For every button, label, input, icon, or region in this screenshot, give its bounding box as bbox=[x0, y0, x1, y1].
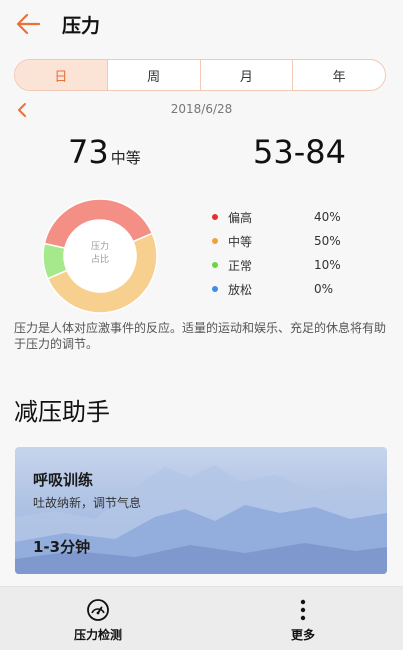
donut-label-line1: 压力 bbox=[90, 242, 109, 252]
legend-value: 40% bbox=[314, 210, 341, 224]
legend-dot bbox=[212, 262, 218, 268]
more-button[interactable]: 更多 bbox=[268, 587, 338, 650]
gauge-icon bbox=[86, 598, 110, 622]
more-vertical-icon bbox=[291, 598, 315, 622]
legend-dot bbox=[212, 238, 218, 244]
donut-legend: 偏高 40% 中等 50% 正常 10% 放松 0% bbox=[212, 205, 382, 301]
card-duration: 1-3分钟 bbox=[33, 538, 91, 556]
stress-range: 53-84 bbox=[253, 133, 346, 171]
stress-detect-button[interactable]: 压力检测 bbox=[60, 587, 136, 650]
stress-score: 73 中等 bbox=[68, 133, 141, 171]
stress-value: 73 bbox=[68, 133, 109, 171]
arrow-left-icon bbox=[16, 13, 40, 35]
bottom-toolbar: 压力检测 更多 bbox=[0, 586, 403, 650]
back-button[interactable] bbox=[14, 10, 42, 38]
legend-item: 正常 10% bbox=[212, 253, 382, 277]
legend-value: 10% bbox=[314, 258, 341, 272]
period-tabs: 日 周 月 年 bbox=[14, 59, 386, 91]
legend-name: 放松 bbox=[228, 282, 253, 297]
legend-item: 偏高 40% bbox=[212, 205, 382, 229]
legend-value: 0% bbox=[314, 282, 334, 296]
legend-item: 中等 50% bbox=[212, 229, 382, 253]
tab-day[interactable]: 日 bbox=[15, 60, 108, 90]
donut-label-line2: 占比 bbox=[90, 255, 109, 265]
breathing-training-card[interactable]: 呼吸训练 吐故纳新，调节气息 1-3分钟 bbox=[15, 447, 387, 574]
page-title: 压力 bbox=[62, 15, 101, 37]
stress-level: 中等 bbox=[110, 149, 141, 167]
tab-month[interactable]: 月 bbox=[201, 60, 294, 90]
current-date: 2018/6/28 bbox=[170, 102, 233, 116]
card-title: 呼吸训练 bbox=[33, 471, 94, 489]
legend-item: 放松 0% bbox=[212, 277, 382, 301]
header: 压力 bbox=[0, 0, 403, 48]
section-title: 减压助手 bbox=[14, 398, 110, 426]
stress-page: 压力 日 周 月 年 2018/6/28 73 中等 53-84 压力 占比 偏… bbox=[0, 0, 403, 650]
card-subtitle: 吐故纳新，调节气息 bbox=[33, 496, 142, 510]
tab-year[interactable]: 年 bbox=[293, 60, 385, 90]
stress-detect-label: 压力检测 bbox=[73, 628, 122, 642]
legend-value: 50% bbox=[314, 234, 341, 248]
more-label: 更多 bbox=[290, 628, 315, 642]
stress-description: 压力是人体对应激事件的反应。适量的运动和娱乐、充足的休息将有助于压力的调节。 bbox=[14, 321, 387, 351]
legend-name: 中等 bbox=[228, 234, 253, 249]
tab-week[interactable]: 周 bbox=[108, 60, 201, 90]
legend-dot bbox=[212, 214, 218, 220]
legend-name: 偏高 bbox=[228, 210, 253, 225]
legend-name: 正常 bbox=[228, 258, 253, 273]
legend-dot bbox=[212, 286, 218, 292]
donut-center-label: 压力 占比 bbox=[42, 241, 158, 267]
